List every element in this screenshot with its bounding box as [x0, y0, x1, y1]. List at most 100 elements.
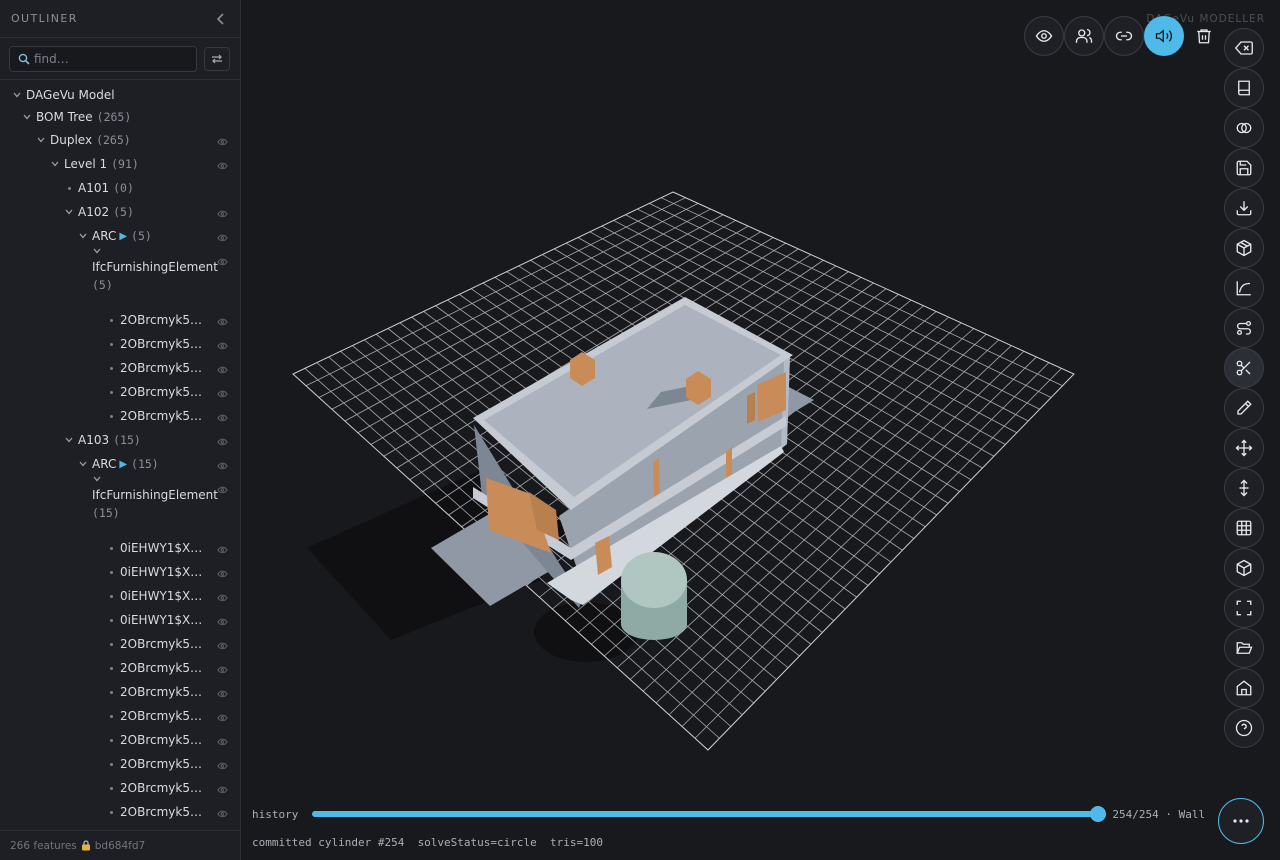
link-button[interactable] — [1104, 16, 1144, 56]
tree-item[interactable]: A103 (15) — [0, 428, 240, 452]
tree-item[interactable]: 2OBrcmyk58... — [0, 800, 240, 824]
cut-button[interactable] — [1224, 348, 1264, 388]
play-arrow-icon[interactable]: ▶ — [119, 231, 127, 242]
eye-icon[interactable] — [217, 807, 228, 821]
eye-icon[interactable] — [217, 543, 228, 557]
help-button[interactable] — [1224, 708, 1264, 748]
edit-button[interactable] — [1224, 388, 1264, 428]
route-button[interactable] — [1224, 308, 1264, 348]
search-box[interactable] — [9, 45, 197, 72]
eye-icon[interactable] — [217, 783, 228, 797]
history-slider[interactable] — [312, 806, 1107, 822]
eye-icon[interactable] — [217, 159, 228, 173]
tree-item-count: (15) — [131, 457, 159, 471]
home-button[interactable] — [1224, 668, 1264, 708]
chevron-down-icon[interactable] — [22, 114, 32, 120]
eye-icon[interactable] — [217, 459, 228, 473]
outliner-title: OUTLINER — [11, 12, 78, 25]
tree-item[interactable]: 2OBrcmyk58... — [0, 704, 240, 728]
eye-icon[interactable] — [217, 663, 228, 677]
tree-item[interactable]: 2OBrcmyk58... — [0, 404, 240, 428]
tree-item[interactable]: 2OBrcmyk58... — [0, 380, 240, 404]
tree-item[interactable]: 2OBrcmyk58... — [0, 680, 240, 704]
curve-button[interactable] — [1224, 268, 1264, 308]
scene-canvas[interactable] — [241, 0, 1280, 860]
chevron-down-icon[interactable] — [92, 476, 102, 482]
open-folder-button[interactable] — [1224, 628, 1264, 668]
save-button[interactable] — [1224, 148, 1264, 188]
tree-item[interactable]: IfcFurnishingElement (15) — [0, 476, 240, 530]
chevron-down-icon[interactable] — [78, 233, 88, 239]
more-button[interactable] — [1218, 798, 1264, 844]
tree-item[interactable]: ARC ▶ (15) — [0, 452, 240, 476]
tree-item[interactable]: 2OBrcmyk58... — [0, 776, 240, 800]
tree-item[interactable]: 2OBrcmyk58... — [0, 332, 240, 356]
search-input[interactable] — [34, 51, 184, 66]
tree-item[interactable]: 2OBrcmyk58... — [0, 728, 240, 752]
tree-item[interactable]: 0iEHWY1$XA... — [0, 608, 240, 632]
tree-item[interactable]: 2OBrcmyk58... — [0, 632, 240, 656]
grid-button[interactable] — [1224, 508, 1264, 548]
tree-item[interactable]: 2OBrcmyk58... — [0, 656, 240, 680]
collaborators-button[interactable] — [1064, 16, 1104, 56]
eye-icon[interactable] — [217, 387, 228, 401]
delete-button[interactable] — [1184, 16, 1224, 56]
tree-item[interactable]: A102 (5) — [0, 200, 240, 224]
cube-button[interactable] — [1224, 548, 1264, 588]
visibility-button[interactable] — [1024, 16, 1064, 56]
collapse-panel-icon[interactable] — [214, 12, 228, 26]
clear-button[interactable] — [1224, 28, 1264, 68]
eye-icon[interactable] — [217, 435, 228, 449]
chevron-down-icon[interactable] — [50, 161, 60, 167]
eye-icon[interactable] — [217, 567, 228, 581]
eye-icon[interactable] — [217, 231, 228, 245]
chevron-down-icon[interactable] — [64, 209, 74, 215]
play-arrow-icon[interactable]: ▶ — [119, 459, 127, 470]
eye-icon[interactable] — [217, 639, 228, 653]
tree-item[interactable]: 0iEHWY1$XA... — [0, 584, 240, 608]
history-slider-thumb[interactable] — [1090, 806, 1107, 822]
tree-item[interactable]: Duplex (265) — [0, 128, 240, 152]
outliner-footer: 266 features bd684fd7 — [0, 830, 240, 860]
tree-item[interactable]: BOM Tree (265) — [0, 105, 240, 129]
tree-item[interactable]: Level 1 (91) — [0, 152, 240, 176]
eye-icon[interactable] — [217, 615, 228, 629]
move-button[interactable] — [1224, 428, 1264, 468]
docs-button[interactable] — [1224, 68, 1264, 108]
fullscreen-button[interactable] — [1224, 588, 1264, 628]
chevron-down-icon[interactable] — [64, 437, 74, 443]
eye-icon[interactable] — [217, 315, 228, 329]
eye-icon[interactable] — [217, 483, 228, 497]
tree-item[interactable]: 2OBrcmyk58... — [0, 356, 240, 380]
tree-item[interactable]: DAGeVu Model — [0, 83, 240, 107]
3d-viewport[interactable]: DAGeVu MODELLER history 254/254 · Wall c… — [241, 0, 1280, 860]
eye-icon[interactable] — [217, 759, 228, 773]
eye-icon[interactable] — [217, 135, 228, 149]
overlap-button[interactable] — [1224, 108, 1264, 148]
eye-icon[interactable] — [217, 363, 228, 377]
vertical-move-button[interactable] — [1224, 468, 1264, 508]
chevron-down-icon[interactable] — [36, 137, 46, 143]
sound-button[interactable] — [1144, 16, 1184, 56]
eye-icon[interactable] — [217, 207, 228, 221]
chevron-down-icon[interactable] — [12, 92, 22, 98]
download-button[interactable] — [1224, 188, 1264, 228]
chevron-down-icon[interactable] — [78, 461, 88, 467]
eye-icon[interactable] — [217, 591, 228, 605]
eye-icon[interactable] — [217, 411, 228, 425]
chevron-down-icon[interactable] — [92, 248, 102, 254]
eye-icon[interactable] — [217, 255, 228, 269]
tree-item[interactable]: 2OBrcmyk58... — [0, 752, 240, 776]
swap-button[interactable] — [204, 46, 230, 71]
tree-item[interactable]: IfcFurnishingElement (5) — [0, 248, 240, 302]
tree-item[interactable]: 0iEHWY1$XA... — [0, 536, 240, 560]
eye-icon[interactable] — [217, 735, 228, 749]
box-button[interactable] — [1224, 228, 1264, 268]
eye-icon[interactable] — [217, 687, 228, 701]
tree-item[interactable]: A101 (0) — [0, 176, 240, 200]
eye-icon[interactable] — [217, 711, 228, 725]
eye-icon[interactable] — [217, 339, 228, 353]
tree-item[interactable]: 2OBrcmyk58... — [0, 308, 240, 332]
tree-item[interactable]: 0iEHWY1$XA... — [0, 560, 240, 584]
tree-item[interactable]: ARC ▶ (5) — [0, 224, 240, 248]
